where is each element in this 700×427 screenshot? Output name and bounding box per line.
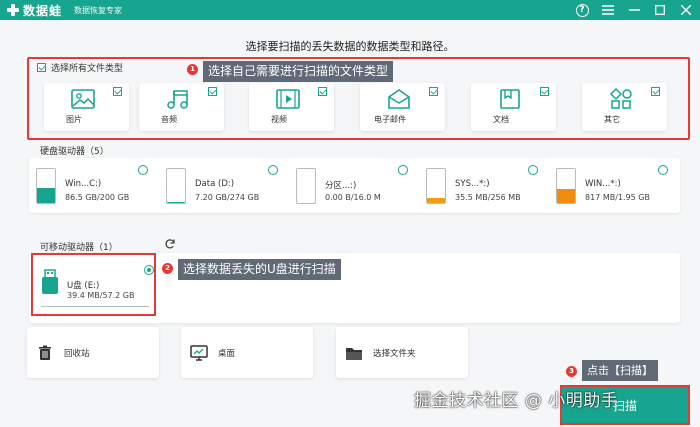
refresh-icon[interactable] [164,238,176,250]
help-icon: ? [575,3,589,17]
disk-name: WIN...*:) [585,179,621,189]
type-checkbox[interactable] [113,87,122,96]
disk-name: 分区...:) [325,181,357,191]
recycle-bin-icon [39,345,51,360]
hard-disk-item[interactable]: SYS...*:) 35.5 MB/256 MB [419,165,538,208]
removable-title: 可移动驱动器（1） [40,243,118,253]
app-subtitle: 数据恢复专家 [74,5,123,15]
type-checkbox[interactable] [208,87,217,96]
step-badge-2: 2 [162,263,173,274]
disk-radio[interactable] [138,165,148,175]
type-card-video[interactable]: 视频 [249,83,334,131]
page-headline: 选择要扫描的丢失数据的数据类型和路径。 [245,40,455,53]
select-all-checkbox[interactable] [37,63,46,72]
disk-usage-bar [426,168,446,204]
select-all-label: 选择所有文件类型 [51,64,124,74]
type-label: 音频 [161,115,177,124]
watermark: 掘金技术社区 @ 小明助手 [414,391,619,411]
type-label: 电子邮件 [374,115,406,124]
close-button[interactable] [678,2,694,18]
disk-size: 86.5 GB/200 GB [65,193,130,202]
menu-button[interactable] [600,2,616,18]
disk-name: Data (D:) [195,179,235,189]
hard-disk-item[interactable]: 分区...:) 0.00 B/16.0 M [289,165,408,208]
disk-usage-fill [37,188,55,203]
disk-radio[interactable] [658,165,668,175]
type-card-other[interactable]: 其它 [582,83,667,131]
type-checkbox[interactable] [651,87,660,96]
folder-icon [346,347,362,360]
usb-drive-size: 39.4 MB/57.2 GB [67,291,135,300]
title-bar: 数据蛙 数据恢复专家 ? [0,0,700,20]
disk-size: 0.00 B/16.0 M [325,193,381,202]
callout-1: 选择自己需要进行扫描的文件类型 [203,61,394,82]
type-card-email[interactable]: 电子邮件 [360,83,445,131]
select-folder-label: 选择文件夹 [373,348,416,359]
select-all-types[interactable]: 选择所有文件类型 [37,61,123,74]
type-card-image[interactable]: 图片 [44,83,129,131]
disk-usage-bar [166,168,186,204]
disk-size: 7.20 GB/274 GB [195,193,260,202]
callout-3: 点击【扫描】 [582,360,658,381]
window-controls: ? [574,2,694,18]
type-label: 图片 [66,115,82,124]
type-label: 视频 [271,115,287,124]
email-icon [388,89,410,109]
usb-drive-usage-bar [41,306,149,307]
step-badge-1: 1 [187,64,198,75]
step-badge-3: 3 [566,366,577,377]
callout-2: 选择数据丢失的U盘进行扫描 [178,259,341,280]
usb-drive-radio[interactable] [144,265,154,275]
type-card-audio[interactable]: 音频 [139,83,224,131]
disk-usage-fill [557,188,575,203]
disk-usage-bar [296,168,316,204]
maximize-icon [655,5,665,15]
minimize-icon [628,9,640,11]
disk-name: Win...C:) [65,179,102,189]
disk-usage-fill [427,198,445,203]
type-label: 文档 [493,115,509,124]
type-checkbox[interactable] [540,87,549,96]
type-label: 其它 [604,115,620,124]
disk-size: 817 MB/1.95 GB [585,193,650,202]
app-logo: 数据蛙 [6,2,62,19]
close-icon [681,5,691,15]
disk-name: SYS...*:) [455,179,490,189]
disk-usage-fill [167,201,185,203]
desktop-label: 桌面 [218,348,236,359]
type-checkbox[interactable] [318,87,327,96]
disk-radio[interactable] [398,165,408,175]
select-folder-card[interactable]: 选择文件夹 [336,327,468,378]
other-icon [609,88,632,109]
type-card-document[interactable]: 文档 [471,83,556,131]
hard-disk-item[interactable]: WIN...*:) 817 MB/1.95 GB [549,165,668,208]
desktop-icon [190,344,208,361]
video-icon [276,89,300,109]
disk-usage-bar [556,168,576,204]
hard-disk-title: 硬盘驱动器（5） [40,147,109,157]
logo-cross-icon [6,3,20,17]
disk-radio[interactable] [268,165,278,175]
type-checkbox[interactable] [429,87,438,96]
minimize-button[interactable] [626,2,642,18]
document-icon [500,89,520,109]
desktop-card[interactable]: 桌面 [181,327,313,378]
disk-usage-bar [36,168,56,204]
recycle-bin-label: 回收站 [64,348,90,359]
menu-icon [602,5,614,15]
help-button[interactable]: ? [574,2,590,18]
recycle-bin-card[interactable]: 回收站 [27,327,159,378]
usb-drive-icon [42,269,58,294]
usb-drive-name: U盘 (E:) [67,281,100,291]
usb-drive-card[interactable]: U盘 (E:) 39.4 MB/57.2 GB [31,253,156,316]
hard-disk-item[interactable]: Data (D:) 7.20 GB/274 GB [159,165,278,208]
music-icon [167,90,188,109]
image-icon [71,89,95,109]
hard-disk-item[interactable]: Win...C:) 86.5 GB/200 GB [29,165,148,208]
maximize-button[interactable] [652,2,668,18]
disk-radio[interactable] [528,165,538,175]
disk-size: 35.5 MB/256 MB [455,193,521,202]
app-name: 数据蛙 [23,3,63,18]
